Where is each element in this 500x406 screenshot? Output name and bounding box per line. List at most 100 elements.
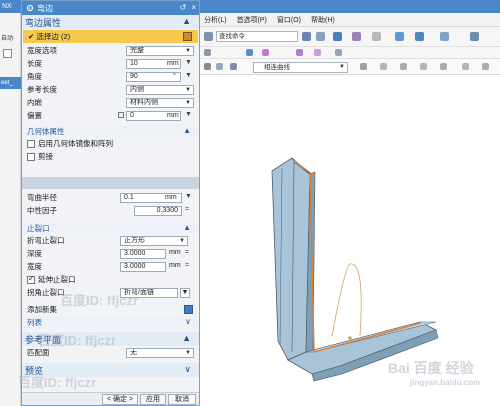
mirror-row[interactable]: 启用几何体镜像和阵列: [22, 137, 199, 150]
toolbar-icon-o[interactable]: [314, 49, 321, 56]
selection-icon-d[interactable]: [360, 63, 367, 70]
toolbar-icon-e[interactable]: [352, 32, 361, 41]
extend-relief-row[interactable]: 延伸止裂口: [22, 273, 199, 286]
trim-row[interactable]: 剪接: [22, 150, 199, 163]
selection-icon-i[interactable]: [462, 63, 469, 70]
toolbar-icon-l[interactable]: [246, 49, 253, 56]
toolbar-icon-k[interactable]: [204, 49, 211, 56]
selection-icon-j[interactable]: [482, 63, 489, 70]
angle-input[interactable]: 90 °: [126, 71, 181, 82]
offset-ref-icon[interactable]: [118, 112, 124, 118]
cube-icon[interactable]: [183, 32, 192, 41]
corner-relief-select[interactable]: 折弯/面链: [120, 287, 178, 298]
angle-row: 角度 90 ° ▼: [22, 70, 199, 83]
depth-input[interactable]: 3.0000: [120, 248, 166, 259]
selection-icon-a[interactable]: [204, 63, 211, 70]
angle-options-icon[interactable]: ▼: [185, 72, 192, 79]
collapse-up-icon[interactable]: ▲: [182, 16, 191, 26]
bend-radius-row: 弯曲半径 0.1 mm ▼: [22, 191, 199, 204]
mirror-label: 启用几何体镜像和阵列: [38, 139, 113, 148]
inset-select[interactable]: 材料内侧 ▼: [126, 97, 194, 108]
width-eq-icon[interactable]: =: [185, 262, 189, 269]
graphics-window[interactable]: [200, 76, 500, 406]
menu-window[interactable]: 窗口(O): [277, 15, 301, 25]
neutral-factor-input[interactable]: 0.3300: [134, 205, 182, 216]
selection-icon-e[interactable]: [380, 63, 387, 70]
bend-radius-value: 0.1: [124, 193, 134, 201]
depth-eq-icon[interactable]: =: [185, 249, 189, 256]
toolbar-icon-c[interactable]: [316, 32, 325, 41]
length-input[interactable]: 10 mm: [126, 58, 181, 69]
selection-icon-b[interactable]: [216, 63, 223, 70]
selection-icon-h[interactable]: [440, 63, 447, 70]
relief-section-title: 止裂口: [27, 223, 50, 233]
menu-preferences[interactable]: 首选项(P): [237, 15, 267, 25]
ok-button[interactable]: < 确定 >: [102, 394, 138, 405]
add-set-row: 添加新集: [22, 303, 199, 316]
cancel-button[interactable]: 取消: [168, 394, 196, 405]
length-value: 10: [130, 59, 138, 67]
toolbar-icon-n[interactable]: [296, 49, 303, 56]
section-preview[interactable]: 预览 ∨: [22, 363, 199, 377]
curve-rule-select[interactable]: 相连曲线 ▼: [253, 62, 348, 73]
toolbar-icon-i[interactable]: [440, 32, 449, 41]
box-icon[interactable]: [3, 49, 12, 58]
width-row: 宽度 3.0000 mm =: [22, 260, 199, 273]
corner-relief-dropdown[interactable]: ▼: [180, 287, 190, 298]
match-plane-select[interactable]: 无 ▼: [126, 347, 194, 358]
part-tab[interactable]: eet_: [0, 77, 21, 89]
trim-checkbox[interactable]: [27, 152, 35, 161]
toolbar-icon-j[interactable]: [470, 32, 479, 41]
section-flange-properties[interactable]: 弯边属性 ▲: [22, 15, 199, 29]
ref-length-select[interactable]: 内侧 ▼: [126, 84, 194, 95]
width-option-select[interactable]: 完整 ▼: [126, 45, 194, 56]
menu-help[interactable]: 帮助(H): [311, 15, 335, 25]
offset-input[interactable]: 0 mm: [126, 110, 181, 121]
length-unit: mm: [167, 59, 179, 67]
expand-down-icon[interactable]: ∨: [185, 317, 191, 326]
depth-row: 深度 3.0000 mm =: [22, 247, 199, 260]
collapse-up-icon[interactable]: ▲: [183, 126, 191, 135]
select-edge-label: ✔ 选择边 (2): [28, 32, 71, 41]
toolbar-icon-m[interactable]: [262, 49, 269, 56]
selection-icon-f[interactable]: [400, 63, 407, 70]
length-options-icon[interactable]: ▼: [185, 59, 192, 66]
toolbar-icon-h[interactable]: [415, 32, 424, 41]
close-icon[interactable]: ×: [191, 3, 196, 12]
width-input[interactable]: 3.0000: [120, 261, 166, 272]
toolbar-icon-g[interactable]: [395, 32, 404, 41]
toolbar-icon-p[interactable]: [335, 49, 342, 56]
ref-length-row: 参考长度 内侧 ▼: [22, 83, 199, 96]
reset-icon[interactable]: ↺: [180, 3, 187, 12]
extend-relief-checkbox[interactable]: [27, 274, 35, 284]
section-geometry-properties[interactable]: 几何体属性 ▲: [22, 125, 199, 137]
toolbar-icon-f[interactable]: [372, 32, 381, 41]
command-search-input[interactable]: 查找命令: [216, 31, 298, 42]
bend-relief-select[interactable]: 正方形 ▼: [120, 235, 188, 246]
mirror-checkbox[interactable]: [27, 139, 35, 148]
menu-analysis[interactable]: 分析(L): [204, 15, 227, 25]
bend-radius-input[interactable]: 0.1 mm: [120, 192, 182, 203]
collapse-up-icon[interactable]: ▲: [183, 223, 191, 232]
bend-relief-label: 折弯止裂口: [27, 236, 65, 245]
dialog-titlebar[interactable]: NX 弯边 ↺ ×: [2, 1, 199, 15]
add-set-icon[interactable]: [184, 305, 193, 314]
expand-down-icon[interactable]: ∨: [184, 364, 191, 375]
toolbar-icon-a[interactable]: [204, 32, 213, 41]
toolbar-icon-b[interactable]: [302, 32, 311, 41]
bend-radius-options-icon[interactable]: ▼: [185, 193, 192, 200]
select-edge-row[interactable]: ✔ 选择边 (2): [23, 30, 198, 43]
section-relief[interactable]: 止裂口 ▲: [22, 222, 199, 234]
extend-relief-label: 延伸止裂口: [38, 275, 76, 284]
selection-bar: [200, 59, 500, 75]
selection-icon-g[interactable]: [420, 63, 427, 70]
list-header[interactable]: 列表 ∨: [22, 316, 199, 328]
apply-button[interactable]: 应用: [140, 394, 166, 405]
section-reference-plane[interactable]: 参考平面 ▲: [22, 332, 199, 346]
collapse-up-icon[interactable]: ▲: [182, 333, 191, 343]
selection-icon-c[interactable]: [230, 63, 237, 70]
snap-label[interactable]: 自动·: [1, 33, 15, 42]
neutral-factor-eq-icon[interactable]: =: [185, 206, 189, 213]
toolbar-icon-d[interactable]: [333, 32, 342, 41]
offset-options-icon[interactable]: ▼: [185, 111, 192, 118]
